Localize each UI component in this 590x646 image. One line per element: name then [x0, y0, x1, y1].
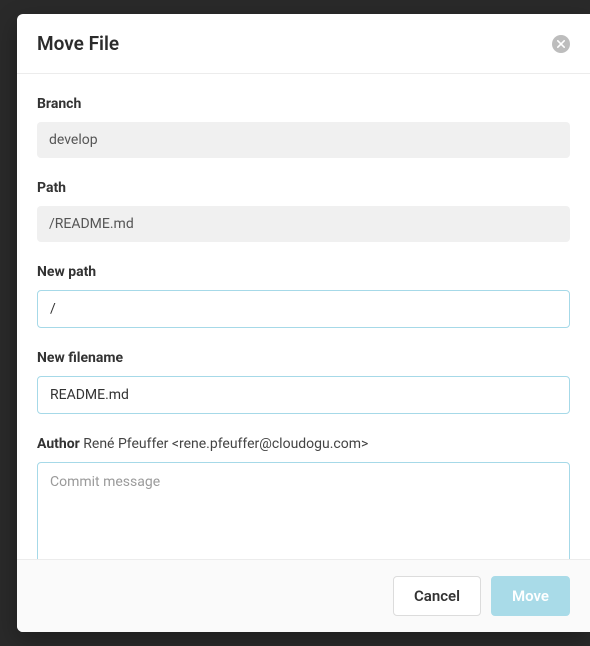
path-value: /README.md — [37, 206, 570, 242]
new-path-field: New path — [37, 264, 570, 328]
move-button[interactable]: Move — [491, 576, 570, 616]
close-icon — [557, 40, 565, 48]
move-file-modal: Move File Branch develop Path /README.md… — [17, 14, 590, 632]
modal-header: Move File — [17, 14, 590, 74]
commit-message-input[interactable] — [37, 462, 570, 559]
modal-body: Branch develop Path /README.md New path … — [17, 74, 590, 559]
author-value: René Pfeuffer <rene.pfeuffer@cloudogu.co… — [83, 436, 368, 452]
branch-field: Branch develop — [37, 96, 570, 158]
close-button[interactable] — [552, 35, 570, 53]
branch-label: Branch — [37, 96, 570, 112]
new-filename-label: New filename — [37, 350, 570, 366]
new-path-label: New path — [37, 264, 570, 280]
new-path-input[interactable] — [37, 290, 570, 328]
path-field: Path /README.md — [37, 180, 570, 242]
new-filename-input[interactable] — [37, 376, 570, 414]
commit-field: Author René Pfeuffer <rene.pfeuffer@clou… — [37, 436, 570, 559]
branch-value: develop — [37, 122, 570, 158]
modal-title: Move File — [37, 32, 119, 55]
author-label: Author — [37, 436, 80, 452]
cancel-button[interactable]: Cancel — [393, 576, 481, 616]
path-label: Path — [37, 180, 570, 196]
new-filename-field: New filename — [37, 350, 570, 414]
author-line: Author René Pfeuffer <rene.pfeuffer@clou… — [37, 436, 570, 452]
modal-footer: Cancel Move — [17, 559, 590, 632]
